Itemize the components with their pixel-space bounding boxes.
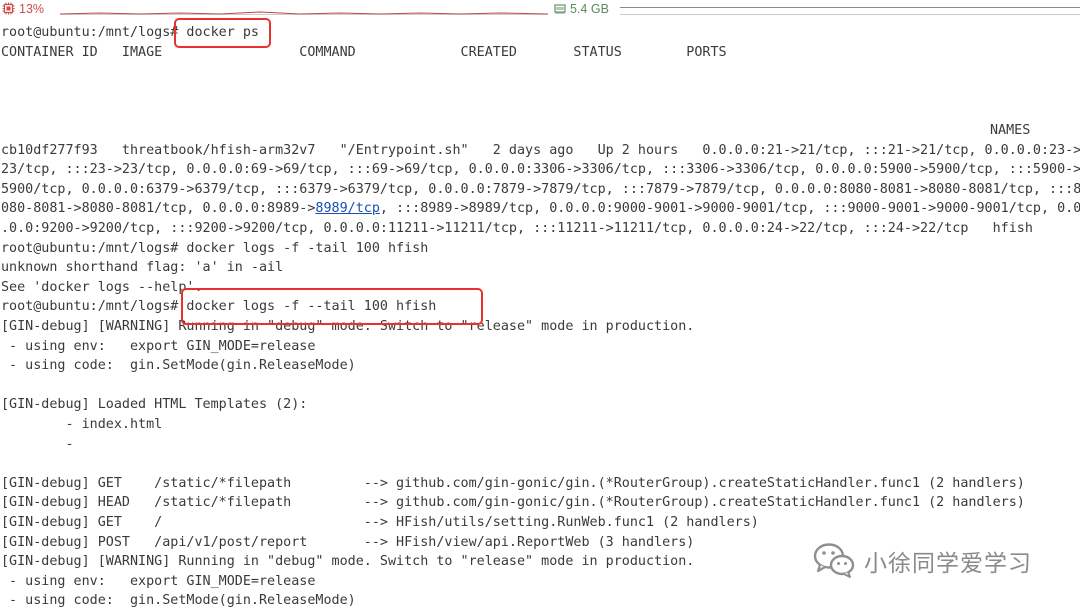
log-line: [GIN-debug] HEAD /static/*filepath --> g…	[1, 495, 1025, 511]
wechat-icon	[813, 543, 855, 578]
container-row-line: .0.0:9200->9200/tcp, :::9200->9200/tcp, …	[1, 221, 1033, 236]
container-row-text: , :::8989->8989/tcp, 0.0.0.0:9000-9001->…	[379, 201, 1080, 217]
memory-usage-value: 5.4 GB	[570, 2, 609, 16]
log-line: [GIN-debug] POST /api/v1/post/report -->…	[1, 534, 695, 550]
cpu-chip-icon	[2, 2, 15, 15]
memory-usage-graph	[620, 7, 1080, 15]
highlight-box-docker-ps	[174, 18, 271, 48]
log-line: - using code: gin.SetMode(gin.ReleaseMod…	[1, 593, 356, 608]
memory-module-icon	[554, 4, 566, 14]
log-line: - index.html	[1, 417, 163, 432]
system-status-bar: 13% 5.4 GB	[0, 0, 1080, 18]
docker-ps-header: CONTAINER ID IMAGE COMMAND CREATED STATU…	[1, 44, 727, 60]
log-line: - using env: export GIN_MODE=release	[1, 338, 316, 354]
watermark: 小徐同学爱学习	[812, 538, 1052, 584]
log-line: [GIN-debug] Loaded HTML Templates (2):	[1, 397, 308, 413]
docker-ps-names-header: NAMES	[990, 123, 1031, 138]
container-row-line: 23/tcp, :::23->23/tcp, 0.0.0.0:69->69/tc…	[1, 162, 1080, 178]
terminal-error-line: See 'docker logs --help'.	[1, 279, 203, 295]
container-row-text: 080-8081->8080-8081/tcp, 0.0.0.0:8989->	[1, 201, 316, 217]
container-row-line: cb10df277f93 threatbook/hfish-arm32v7 "/…	[1, 142, 1080, 158]
log-line: - using code: gin.SetMode(gin.ReleaseMod…	[1, 358, 356, 374]
log-line: [GIN-debug] GET /static/*filepath --> gi…	[1, 475, 1025, 491]
terminal-command-line: root@ubuntu:/mnt/logs# docker logs -f -t…	[1, 240, 429, 256]
terminal-error-line: unknown shorthand flag: 'a' in -ail	[1, 260, 284, 276]
container-row-line: 5900/tcp, 0.0.0.0:6379->6379/tcp, :::637…	[1, 181, 1080, 197]
port-link[interactable]: 8989/tcp	[315, 201, 380, 216]
container-row-line: 080-8081->8080-8081/tcp, 0.0.0.0:8989->8…	[1, 199, 1080, 219]
terminal-output[interactable]: root@ubuntu:/mnt/logs# docker ps CONTAIN…	[0, 18, 1080, 608]
watermark-text: 小徐同学爱学习	[864, 551, 1032, 577]
log-line: [GIN-debug] GET / --> HFish/utils/settin…	[1, 515, 759, 530]
cpu-usage-graph	[60, 11, 548, 15]
cpu-usage-value: 13%	[19, 2, 45, 16]
log-line: [GIN-debug] [WARNING] Running in "debug"…	[1, 554, 695, 570]
highlight-box-docker-logs	[181, 288, 483, 325]
log-line: - using env: export GIN_MODE=release	[1, 573, 316, 589]
log-line: -	[1, 436, 82, 452]
